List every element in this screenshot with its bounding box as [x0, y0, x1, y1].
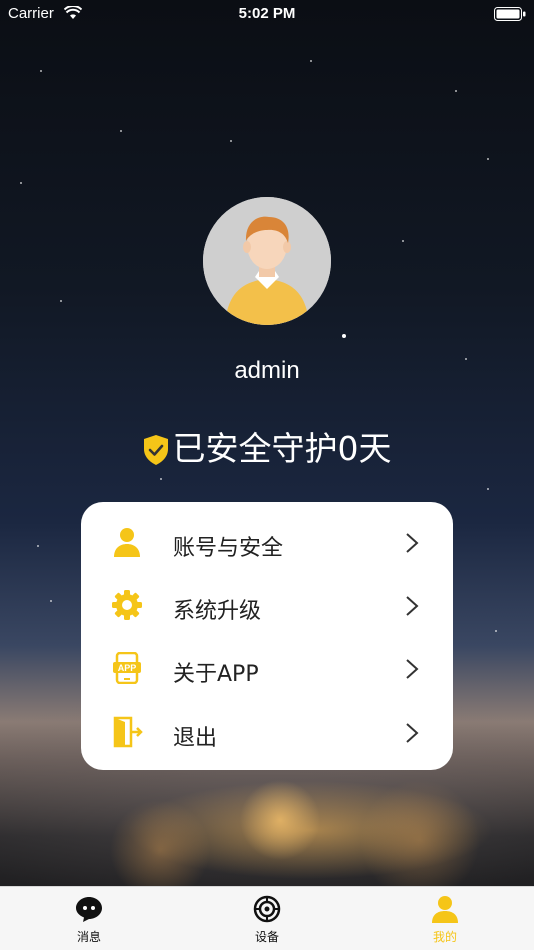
menu-item-label: 退出 [173, 726, 218, 751]
menu-item-logout[interactable]: 退出 [81, 698, 453, 762]
person-icon [114, 528, 140, 557]
avatar[interactable] [203, 197, 331, 325]
menu-item-system-upgrade[interactable]: 系统升级 [81, 571, 453, 635]
tab-label: 消息 [76, 930, 101, 944]
tab-messages[interactable]: 消息 [29, 887, 149, 950]
menu-item-about-app[interactable]: APP 关于APP [81, 634, 453, 698]
device-lens-icon [253, 895, 281, 923]
tab-mine[interactable]: 我的 [385, 887, 505, 950]
gear-icon [112, 590, 142, 620]
person-icon [432, 896, 458, 923]
status-time: 5:02 PM [238, 5, 296, 22]
protection-status: 已安全守护0天 [0, 422, 534, 470]
menu-item-account-security[interactable]: 账号与安全 [81, 508, 453, 572]
background-night-sky [0, 0, 534, 950]
logout-door-icon [113, 716, 143, 748]
shield-check-icon [143, 435, 168, 465]
tab-label: 设备 [254, 930, 279, 944]
tab-label: 我的 [432, 930, 457, 944]
battery-icon [494, 7, 526, 21]
app-phone-icon: APP [113, 652, 141, 684]
menu-item-label: 账号与安全 [173, 536, 284, 561]
message-bubble-icon [76, 897, 102, 922]
city-lights [0, 780, 534, 886]
tab-bar: 消息 设备 我的 [0, 886, 534, 950]
status-bar: Carrier 5:02 PM [0, 0, 534, 28]
chevron-right-icon [406, 596, 419, 616]
protection-days-text: 已安全守护0天 [172, 429, 392, 468]
menu-item-label: 关于APP [173, 662, 259, 687]
avatar-person-icon [203, 197, 331, 325]
chevron-right-icon [406, 659, 419, 679]
settings-menu-card: 账号与安全 系统升级 APP 关于APP 退出 [81, 502, 453, 770]
username: admin [234, 357, 300, 384]
menu-item-label: 系统升级 [173, 599, 262, 624]
svg-text:APP: APP [118, 663, 137, 673]
chevron-right-icon [406, 533, 419, 553]
tab-devices[interactable]: 设备 [207, 887, 327, 950]
chevron-right-icon [406, 723, 419, 743]
